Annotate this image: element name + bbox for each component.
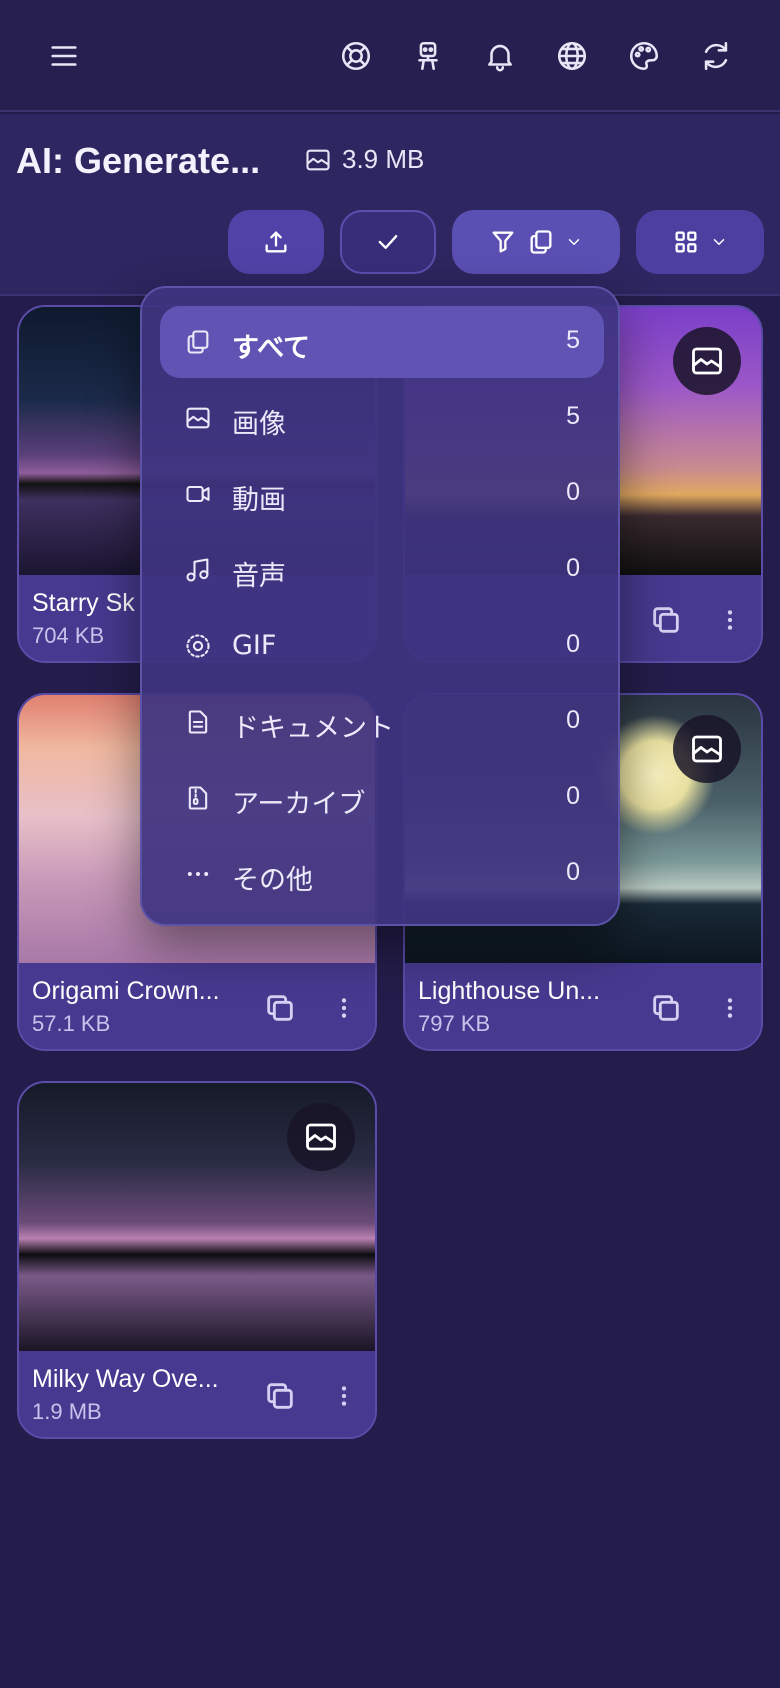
filter-item-count: 0 — [566, 858, 580, 886]
filter-button[interactable] — [452, 210, 620, 274]
view-mode-button[interactable] — [636, 210, 764, 274]
filter-item-all[interactable]: すべて 5 — [160, 306, 604, 378]
filter-item-count: 0 — [566, 630, 580, 658]
filter-item-archives[interactable]: アーカイブ 0 — [160, 762, 604, 834]
help-lifebuoy-icon[interactable] — [334, 34, 378, 78]
image-icon — [306, 1123, 336, 1151]
chevron-down-icon — [713, 239, 725, 245]
file-size: 797 KB — [418, 1011, 491, 1036]
refresh-icon[interactable] — [694, 34, 738, 78]
filter-item-label: 動画 — [232, 485, 286, 516]
copy-icon[interactable] — [649, 991, 683, 1025]
copy-icon[interactable] — [263, 1379, 297, 1413]
palette-icon[interactable] — [622, 34, 666, 78]
folder-size-text: 3.9 MB — [342, 144, 425, 174]
filter-item-label: その他 — [232, 865, 313, 896]
file-info: Origami Crown... 57.1 KB — [19, 963, 375, 1049]
document-icon — [184, 708, 212, 736]
more-vertical-icon[interactable] — [331, 991, 357, 1025]
filter-item-count: 0 — [566, 782, 580, 810]
menu-icon[interactable] — [42, 34, 86, 78]
copy-icon — [530, 230, 552, 254]
select-button[interactable] — [340, 210, 436, 274]
file-size: 704 KB — [32, 623, 105, 648]
file-card[interactable]: Milky Way Ove... 1.9 MB — [17, 1081, 377, 1439]
image-type-badge — [287, 1103, 355, 1171]
filter-item-label: ドキュメント — [232, 713, 394, 744]
filter-item-label: すべて — [232, 333, 311, 364]
filter-item-other[interactable]: その他 0 — [160, 838, 604, 910]
check-icon — [378, 235, 398, 249]
filter-item-count: 0 — [566, 478, 580, 506]
file-name: Starry Sk — [32, 589, 135, 617]
chevron-down-icon — [568, 239, 580, 245]
filter-item-video[interactable]: 動画 0 — [160, 458, 604, 530]
filter-item-count: 5 — [566, 402, 580, 430]
filter-item-gif[interactable]: GIF 0 — [160, 610, 604, 682]
more-horizontal-icon — [184, 860, 212, 888]
filter-item-count: 0 — [566, 554, 580, 582]
globe-icon[interactable] — [550, 34, 594, 78]
image-icon — [306, 149, 330, 170]
file-name: Origami Crown... — [32, 977, 220, 1005]
file-name: Milky Way Ove... — [32, 1365, 219, 1393]
image-type-badge — [673, 327, 741, 395]
filter-icon — [492, 231, 514, 253]
file-type-filter-menu: すべて 5 画像 5 動画 0 音声 0 GIF 0 ドキュメント 0 アーカイ… — [140, 286, 620, 926]
file-size: 57.1 KB — [32, 1011, 111, 1036]
filter-item-count: 0 — [566, 706, 580, 734]
image-icon — [184, 404, 212, 432]
grid-icon — [675, 231, 697, 253]
video-icon — [184, 480, 212, 508]
more-vertical-icon[interactable] — [717, 991, 743, 1025]
more-vertical-icon[interactable] — [717, 603, 743, 637]
folder-title: AI: Generate... — [16, 140, 261, 181]
music-icon — [184, 556, 212, 584]
folder-size: 3.9 MB — [304, 144, 424, 175]
image-type-badge — [673, 715, 741, 783]
bell-icon[interactable] — [478, 34, 522, 78]
filter-item-label: 画像 — [232, 409, 286, 440]
top-bar — [0, 0, 780, 112]
filter-item-label: アーカイブ — [232, 789, 366, 820]
archive-icon — [184, 784, 212, 812]
filter-item-images[interactable]: 画像 5 — [160, 382, 604, 454]
file-size: 1.9 MB — [32, 1399, 102, 1424]
more-vertical-icon[interactable] — [331, 1379, 357, 1413]
robot-icon[interactable] — [406, 34, 450, 78]
upload-button[interactable] — [228, 210, 324, 274]
image-icon — [692, 735, 722, 763]
copy-icon — [184, 328, 212, 356]
gif-icon — [184, 632, 212, 660]
filter-item-label: 音声 — [232, 561, 286, 592]
filter-item-audio[interactable]: 音声 0 — [160, 534, 604, 606]
upload-icon — [265, 231, 287, 253]
filter-item-label: GIF — [232, 630, 277, 661]
filter-item-documents[interactable]: ドキュメント 0 — [160, 686, 604, 758]
image-icon — [692, 347, 722, 375]
file-info: Lighthouse Un... 797 KB — [405, 963, 761, 1049]
filter-item-count: 5 — [566, 326, 580, 354]
page: AI: Generate... 3.9 MB Starry Sk 704 KB — [0, 0, 780, 1688]
file-info: Milky Way Ove... 1.9 MB — [19, 1351, 375, 1437]
file-name: Lighthouse Un... — [418, 977, 601, 1005]
copy-icon[interactable] — [649, 603, 683, 637]
copy-icon[interactable] — [263, 991, 297, 1025]
